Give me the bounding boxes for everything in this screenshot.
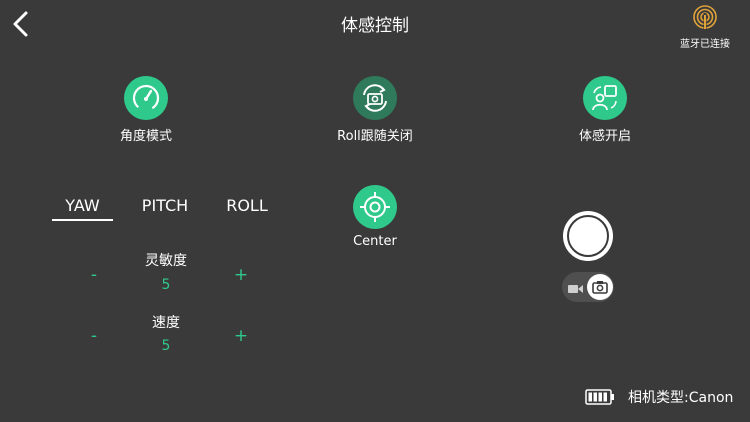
motion-sense-icon <box>583 76 627 120</box>
roll-follow-button[interactable]: Roll跟随关闭 <box>315 76 435 144</box>
tab-roll[interactable]: ROLL <box>218 196 276 215</box>
shutter-icon <box>567 215 609 257</box>
sensitivity-decrease-button[interactable]: - <box>82 265 106 285</box>
speed-increase-button[interactable]: + <box>229 326 253 346</box>
center-button[interactable]: Center <box>315 185 435 249</box>
bluetooth-status-label: 蓝牙已连接 <box>680 39 730 50</box>
tab-yaw[interactable]: YAW <box>52 196 113 215</box>
speedometer-icon <box>124 76 168 120</box>
rotate-camera-icon <box>353 76 397 120</box>
sensitivity-label: 灵敏度 <box>145 253 187 269</box>
bluetooth-status: 蓝牙已连接 <box>674 4 736 50</box>
speed-value: 5 <box>161 338 171 354</box>
video-icon[interactable] <box>568 280 584 299</box>
tab-pitch[interactable]: PITCH <box>132 196 198 215</box>
angle-mode-label: 角度模式 <box>119 129 172 144</box>
motion-sense-button[interactable]: 体感开启 <box>545 76 665 144</box>
signal-icon <box>693 5 717 30</box>
crosshair-icon <box>353 185 397 229</box>
battery-icon <box>585 389 615 409</box>
motion-sense-label: 体感开启 <box>578 129 631 144</box>
camera-icon[interactable] <box>587 274 613 300</box>
center-label: Center <box>353 234 397 249</box>
capture-mode-toggle[interactable] <box>562 272 614 302</box>
camera-type-label: 相机类型:Canon <box>628 390 734 406</box>
page-title: 体感控制 <box>341 16 409 36</box>
active-tab-indicator <box>52 219 113 221</box>
roll-follow-label: Roll跟随关闭 <box>337 129 413 144</box>
speed-label: 速度 <box>152 315 180 331</box>
angle-mode-button[interactable]: 角度模式 <box>86 76 206 144</box>
speed-decrease-button[interactable]: - <box>82 326 106 346</box>
sensitivity-increase-button[interactable]: + <box>229 265 253 285</box>
shutter-button[interactable] <box>563 211 613 261</box>
sensitivity-value: 5 <box>161 277 171 293</box>
